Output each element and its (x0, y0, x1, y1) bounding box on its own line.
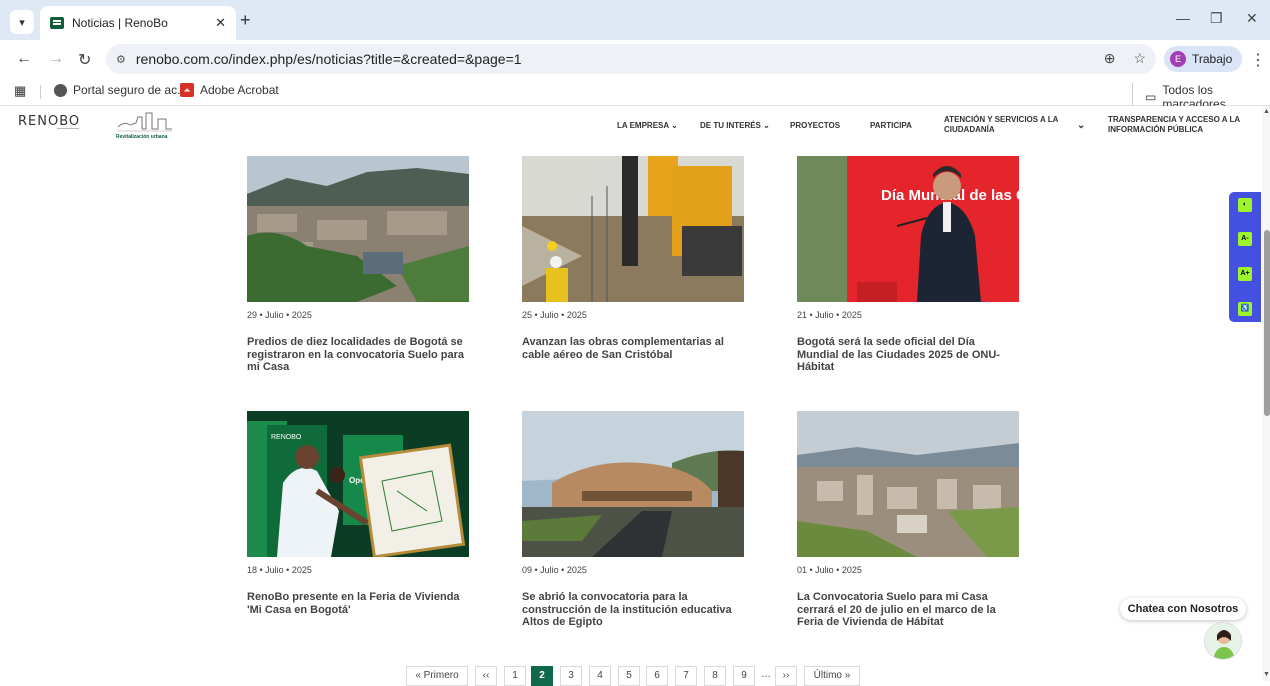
news-image[interactable]: RENOBO Operación urbana (247, 411, 469, 557)
bookmark-divider (40, 85, 41, 99)
browser-tab-strip: ▾ Noticias | RenoBo ✕ + — ❐ ✕ (0, 0, 1270, 40)
news-title[interactable]: Predios de diez localidades de Bogotá se… (247, 336, 469, 374)
profile-avatar: E (1170, 51, 1186, 67)
chat-avatar-icon[interactable] (1204, 622, 1242, 660)
news-card[interactable]: RENOBO Operación urbana 18 • Julio • 202… (247, 411, 469, 616)
news-title[interactable]: RenoBo presente en la Feria de Vivienda … (247, 591, 469, 616)
nav-participa[interactable]: PARTICIPA (870, 121, 912, 130)
bookmark-label: Portal seguro de ac... (73, 83, 188, 97)
pagination-next[interactable]: ›› (775, 666, 797, 686)
bookmark-star-icon[interactable]: ☆ (1133, 50, 1146, 67)
pagination-page[interactable]: 9 (733, 666, 755, 686)
pagination-ellipsis: … (760, 666, 772, 686)
bookmark-acrobat[interactable]: ⏶ Adobe Acrobat (180, 83, 279, 97)
accessibility-person-icon[interactable]: ♿ (1238, 302, 1252, 316)
news-date: 18 • Julio • 2025 (247, 565, 312, 575)
zoom-icon[interactable]: ⊕ (1104, 50, 1116, 67)
bookmark-portal[interactable]: Portal seguro de ac... (54, 83, 187, 97)
renobo-logo[interactable]: RENOBO (18, 114, 80, 129)
site-header: RENOBO Revitalización urbana LA EMPRESA … (0, 106, 1262, 146)
logo-underline (57, 128, 79, 136)
news-image[interactable] (522, 411, 744, 557)
restore-icon[interactable]: ❐ (1210, 10, 1223, 27)
news-title[interactable]: Avanzan las obras complementarias al cab… (522, 336, 744, 361)
globe-icon (54, 83, 67, 97)
pagination-prev[interactable]: ‹‹ (475, 666, 497, 686)
news-date: 25 • Julio • 2025 (522, 310, 587, 320)
pagination-page[interactable]: 5 (618, 666, 640, 686)
brand-subtitle: Revitalización urbana (116, 134, 168, 140)
address-toolbar: ← → ↻ ⚙ renobo.com.co/index.php/es/notic… (0, 40, 1270, 78)
chevron-down-icon[interactable]: ⌄ (1077, 120, 1085, 131)
increase-font-button[interactable]: A+ (1238, 267, 1252, 281)
close-tab-icon[interactable]: ✕ (215, 15, 226, 31)
news-date: 21 • Julio • 2025 (797, 310, 862, 320)
site-info-icon[interactable]: ⚙ (116, 53, 126, 66)
chat-label[interactable]: Chatea con Nosotros (1120, 598, 1246, 620)
nav-la-empresa[interactable]: LA EMPRESA ⌄ (617, 121, 678, 130)
nav-transparencia[interactable]: TRANSPARENCIA Y ACCESO A LA INFORMACIÓN … (1108, 115, 1243, 135)
browser-tab[interactable]: Noticias | RenoBo ✕ (40, 6, 236, 40)
chevron-down-icon: ▾ (19, 16, 25, 29)
news-date: 09 • Julio • 2025 (522, 565, 587, 575)
url-text: renobo.com.co/index.php/es/noticias?titl… (135, 51, 522, 67)
fair-banner-text: RENOBO (271, 434, 302, 441)
news-card[interactable]: 09 • Julio • 2025 Se abrió la convocator… (522, 411, 744, 628)
bookmark-label: Adobe Acrobat (200, 83, 279, 97)
tab-search-button[interactable]: ▾ (10, 10, 34, 34)
pagination-first[interactable]: « Primero (406, 666, 468, 686)
reload-icon[interactable]: ↻ (78, 50, 91, 70)
news-card[interactable]: Día Mundial de las Ciudades 21 • Julio •… (797, 156, 1019, 373)
pagination-page[interactable]: 6 (646, 666, 668, 686)
news-image[interactable]: Día Mundial de las Ciudades (797, 156, 1019, 302)
news-image[interactable] (522, 156, 744, 302)
nav-atencion[interactable]: ATENCIÓN Y SERVICIOS A LA CIUDADANÍA (944, 115, 1064, 135)
site-favicon-icon (50, 17, 64, 29)
pagination-page[interactable]: 1 (504, 666, 526, 686)
back-icon[interactable]: ← (16, 50, 32, 68)
accessibility-toolbar: ◐ A- A+ ♿ (1229, 192, 1261, 322)
profile-button[interactable]: E Trabajo (1164, 46, 1243, 72)
profile-name: Trabajo (1192, 52, 1233, 66)
news-card[interactable]: 25 • Julio • 2025 Avanzan las obras comp… (522, 156, 744, 361)
news-date: 29 • Julio • 2025 (247, 310, 312, 320)
nav-proyectos[interactable]: PROYECTOS (790, 121, 840, 130)
tab-title: Noticias | RenoBo (72, 16, 168, 30)
pagination-page[interactable]: 4 (589, 666, 611, 686)
news-image[interactable] (797, 411, 1019, 557)
pagination-page[interactable]: 3 (560, 666, 582, 686)
pagination-last[interactable]: Último » (804, 666, 860, 686)
scroll-up-icon[interactable]: ▲ (1263, 108, 1270, 115)
news-card[interactable]: 29 • Julio • 2025 Predios de diez locali… (247, 156, 469, 373)
scrollbar-thumb[interactable] (1264, 230, 1270, 416)
pagination-page-current[interactable]: 2 (531, 666, 553, 686)
pagination-page[interactable]: 7 (675, 666, 697, 686)
news-title[interactable]: Bogotá será la sede oficial del Día Mund… (797, 336, 1019, 374)
browser-menu-icon[interactable]: ⋮ (1250, 50, 1266, 70)
folder-icon: ▭ (1145, 90, 1157, 104)
decrease-font-button[interactable]: A- (1238, 232, 1252, 246)
url-bar[interactable]: ⚙ renobo.com.co/index.php/es/noticias?ti… (106, 44, 1156, 74)
scroll-down-icon[interactable]: ▼ (1263, 671, 1270, 678)
contrast-icon[interactable]: ◐ (1238, 198, 1252, 212)
window-close-icon[interactable]: ✕ (1246, 10, 1258, 27)
apps-grid-icon[interactable]: ▦ (14, 83, 26, 99)
nav-de-tu-interes[interactable]: DE TU INTERÉS ⌄ (700, 121, 770, 130)
pdf-icon: ⏶ (180, 83, 194, 97)
forward-icon[interactable]: → (48, 50, 64, 68)
new-tab-button[interactable]: + (240, 10, 251, 31)
minimize-icon[interactable]: — (1176, 10, 1190, 26)
news-title[interactable]: La Convocatoria Suelo para mi Casa cerra… (797, 591, 1019, 629)
pagination-page[interactable]: 8 (704, 666, 726, 686)
news-date: 01 • Julio • 2025 (797, 565, 862, 575)
news-image[interactable] (247, 156, 469, 302)
bookmarks-bar: ▦ Portal seguro de ac... ⏶ Adobe Acrobat… (0, 78, 1270, 111)
news-card[interactable]: 01 • Julio • 2025 La Convocatoria Suelo … (797, 411, 1019, 628)
news-title[interactable]: Se abrió la convocatoria para la constru… (522, 591, 744, 629)
